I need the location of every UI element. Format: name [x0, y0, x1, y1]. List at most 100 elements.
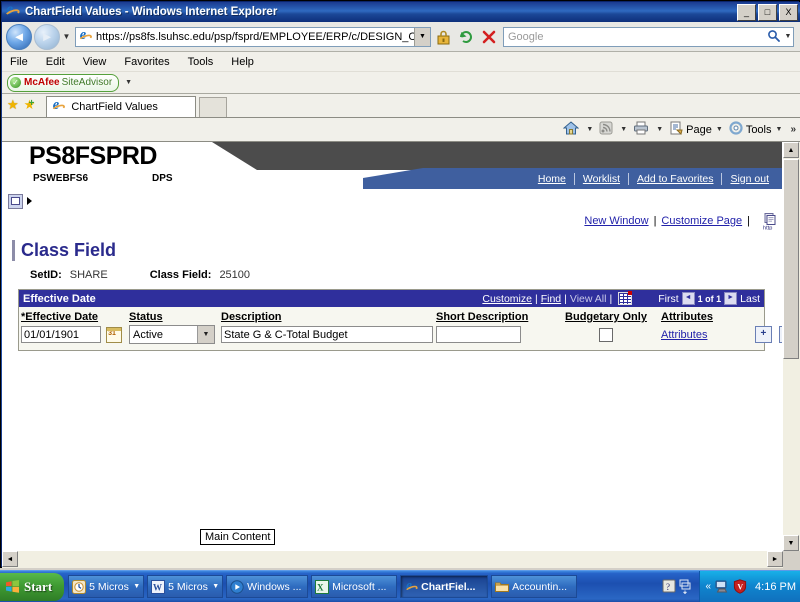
new-window-link[interactable]: New Window [584, 215, 648, 227]
search-provider-dropdown-icon[interactable]: ▼ [783, 33, 793, 40]
grid-customize-link[interactable]: Customize [482, 293, 532, 305]
department-label: DPS [152, 173, 173, 184]
address-bar[interactable]: https://ps8fs.lsuhsc.edu/psp/fsprd/EMPLO… [75, 26, 431, 47]
description-input[interactable] [221, 326, 433, 343]
taskbar-item-word[interactable]: W 5 Micros... ▼ [147, 575, 224, 598]
column-header-effective-date: *Effective Date [21, 311, 99, 323]
tools-caret-icon[interactable]: ▼ [776, 126, 783, 133]
menu-item-help[interactable]: Help [231, 56, 254, 68]
address-dropdown-icon[interactable]: ▼ [414, 27, 430, 46]
network-icon[interactable] [715, 579, 730, 594]
print-button[interactable]: ▼ [633, 121, 663, 138]
status-select[interactable]: Active ▼ [129, 325, 215, 344]
address-toolbar: ◄ ► ▼ https://ps8fs.lsuhsc.edu/psp/fsprd… [2, 22, 800, 52]
menu-item-favorites[interactable]: Favorites [124, 56, 169, 68]
scroll-up-button[interactable]: ▲ [783, 142, 799, 158]
pager-last-label[interactable]: Last [740, 293, 760, 305]
menu-item-edit[interactable]: Edit [46, 56, 65, 68]
page-caret-icon[interactable]: ▼ [716, 126, 723, 133]
start-button[interactable]: Start [0, 572, 65, 601]
nav-link-sign-out[interactable]: Sign out [721, 172, 777, 185]
mcafee-siteadvisor-button[interactable]: ✓ McAfee SiteAdvisor [7, 73, 120, 92]
maximize-button[interactable]: □ [758, 3, 777, 21]
nav-link-worklist[interactable]: Worklist [573, 172, 628, 185]
grid-view-all-link[interactable]: View All [570, 293, 607, 305]
taskbar-item-accounting[interactable]: Accountin... [491, 575, 578, 598]
close-button[interactable]: X [779, 3, 798, 21]
window-stack-icon[interactable] [679, 579, 694, 595]
tools-menu-button[interactable]: Tools ▼ [729, 121, 783, 138]
attributes-link[interactable]: Attributes [661, 329, 707, 341]
customize-page-link[interactable]: Customize Page [661, 215, 742, 227]
padlock-glyph [437, 30, 449, 44]
add-to-favorites-star-icon[interactable]: ★ + [24, 97, 36, 113]
stop-button[interactable] [478, 26, 500, 48]
taskbar-item-outlook[interactable]: 5 Micros... ▼ [68, 575, 145, 598]
feeds-caret-icon[interactable]: ▼ [620, 126, 627, 133]
nav-link-add-to-favorites[interactable]: Add to Favorites [628, 172, 721, 185]
tab-label: ChartField Values [71, 101, 158, 113]
nav-link-home[interactable]: Home [530, 173, 574, 185]
tab-chartfield-values[interactable]: ChartField Values [46, 96, 197, 117]
menu-item-view[interactable]: View [83, 56, 107, 68]
mcafee-dropdown-icon[interactable]: ▼ [125, 79, 132, 86]
feeds-button[interactable]: ▼ [599, 121, 627, 138]
taskbar-item-windows-media[interactable]: Windows ... [226, 575, 309, 598]
padlock-icon[interactable] [432, 26, 454, 48]
taskbar-group-caret-icon[interactable]: ▼ [212, 583, 219, 590]
pager-next-icon[interactable]: ► [724, 292, 738, 305]
refresh-button[interactable] [455, 26, 477, 48]
search-icon[interactable] [763, 29, 783, 45]
pager-prev-icon[interactable]: ◄ [681, 292, 695, 305]
tray-expand-icon[interactable]: « [705, 581, 711, 592]
scroll-left-button[interactable]: ◄ [2, 551, 18, 567]
page-horizontal-scrollbar[interactable]: ◄ ► [2, 550, 783, 568]
grid-title: Effective Date [23, 292, 96, 305]
scroll-down-button[interactable]: ▼ [783, 535, 799, 551]
new-tab-button[interactable] [199, 97, 228, 117]
ie-logo-icon [5, 1, 21, 20]
home-caret-icon[interactable]: ▼ [586, 126, 593, 133]
links-separator-1: | [653, 215, 657, 227]
minimize-button[interactable]: _ [737, 3, 756, 21]
menu-item-tools[interactable]: Tools [188, 56, 214, 68]
security-shield-icon[interactable]: V [733, 579, 748, 594]
forward-button[interactable]: ► [34, 23, 60, 50]
pager-first-label[interactable]: First [658, 293, 678, 305]
svg-text:http: http [763, 225, 772, 230]
command-bar-overflow-icon[interactable]: » [790, 124, 796, 135]
grid-find-link[interactable]: Find [541, 293, 561, 305]
expand-menu-arrow-icon[interactable] [27, 197, 32, 205]
menu-item-file[interactable]: File [10, 56, 28, 68]
back-button[interactable]: ◄ [6, 23, 32, 50]
scroll-right-button[interactable]: ► [767, 551, 783, 567]
effective-date-input[interactable] [21, 326, 101, 343]
favorites-center-star-icon[interactable]: ★ [7, 97, 19, 113]
history-dropdown-icon[interactable]: ▼ [60, 32, 73, 41]
print-glyph [634, 121, 649, 135]
add-row-button[interactable]: + [754, 326, 772, 343]
window-stack-glyph [679, 579, 691, 595]
taskbar-item-label: Microsoft ... [332, 580, 387, 593]
taskbar-group-caret-icon[interactable]: ▼ [133, 583, 140, 590]
taskbar-item-chartfield-values[interactable]: ChartFiel... [400, 575, 489, 598]
menu-pagelet-icon[interactable] [8, 193, 23, 209]
print-caret-icon[interactable]: ▼ [656, 126, 663, 133]
search-box[interactable]: Google ▼ [503, 26, 794, 47]
page-menu-button[interactable]: Page ▼ [669, 121, 723, 138]
download-grid-icon[interactable] [618, 291, 633, 305]
help-icon[interactable]: ? [662, 579, 677, 594]
copy-url-http-icon[interactable]: http [761, 213, 777, 231]
taskbar-item-excel[interactable]: X Microsoft ... [311, 575, 398, 598]
calendar-icon[interactable] [106, 326, 123, 343]
budgetary-only-checkbox[interactable] [599, 327, 613, 342]
search-input[interactable]: Google [504, 31, 763, 43]
chevron-down-icon[interactable]: ▼ [197, 326, 214, 343]
taskbar-clock[interactable]: 4:16 PM [755, 581, 796, 593]
mcafee-label: McAfee [24, 77, 60, 88]
short-description-input[interactable] [436, 326, 521, 343]
home-button[interactable]: ▼ [563, 121, 593, 138]
outlook-icon [72, 579, 87, 594]
vertical-scroll-thumb[interactable] [783, 159, 799, 359]
page-vertical-scrollbar[interactable]: ▲ ▼ [782, 142, 800, 551]
